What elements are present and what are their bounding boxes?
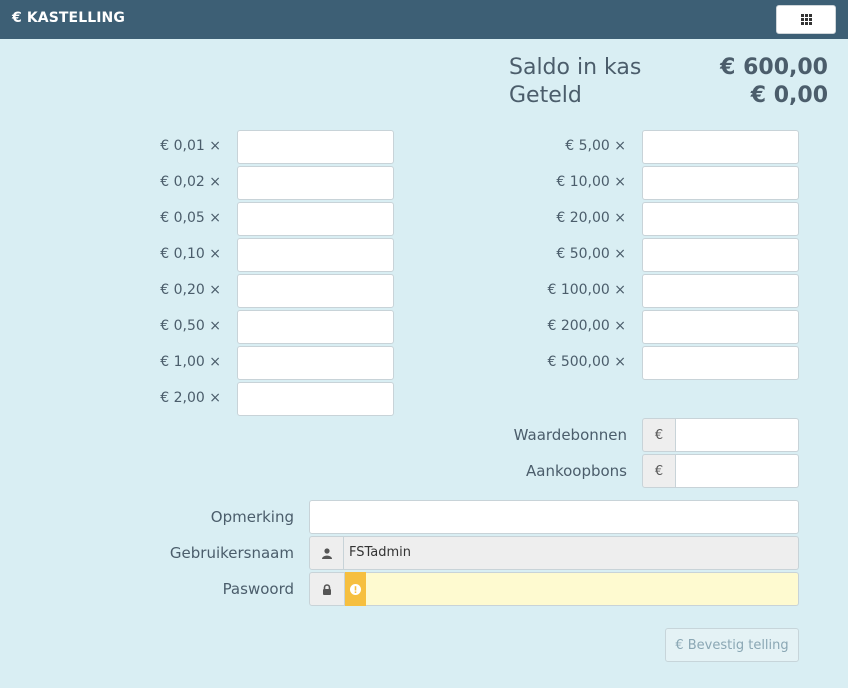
lock-addon [309,572,345,606]
bill-label: € 100,00 × [547,282,626,298]
aankoopbons-label: Aankoopbons [525,462,627,480]
bill-label: € 50,00 × [556,246,626,262]
waardebonnen-input[interactable] [676,418,799,452]
coin-label: € 0,02 × [160,174,221,190]
saldo-value: € 600,00 [720,55,828,80]
coin-label: € 0,50 × [160,318,221,334]
grid-icon [801,14,812,25]
bill-10-input[interactable] [642,166,799,200]
bevestig-telling-button[interactable]: € Bevestig telling [665,628,799,662]
page-title: € KASTELLING [12,10,125,26]
warning-addon [345,572,366,606]
bill-label: € 200,00 × [547,318,626,334]
currency-addon: € [642,418,676,452]
top-bar: € KASTELLING [0,0,848,39]
warning-icon [350,583,361,595]
gebruikersnaam-label: Gebruikersnaam [169,544,294,562]
coin-label: € 0,20 × [160,282,221,298]
coin-0-02-input[interactable] [237,166,394,200]
saldo-label: Saldo in kas [509,55,642,80]
coin-0-50-input[interactable] [237,310,394,344]
coin-label: € 0,10 × [160,246,221,262]
lock-icon [323,583,331,595]
bill-label: € 5,00 × [565,138,626,154]
opmerking-input[interactable] [309,500,799,534]
apps-menu-button[interactable] [776,5,836,34]
aankoopbons-input[interactable] [676,454,799,488]
coin-2-00-input[interactable] [237,382,394,416]
bill-label: € 20,00 × [556,210,626,226]
user-icon [321,547,332,559]
currency-addon: € [642,454,676,488]
paswoord-label: Paswoord [222,580,294,598]
gebruikersnaam-field[interactable]: FSTadmin [344,536,799,570]
coin-0-20-input[interactable] [237,274,394,308]
bill-label: € 10,00 × [556,174,626,190]
geteld-value: € 0,00 [750,83,828,108]
bill-20-input[interactable] [642,202,799,236]
coin-label: € 0,01 × [160,138,221,154]
geteld-label: Geteld [509,83,582,108]
opmerking-label: Opmerking [210,508,294,526]
coin-0-01-input[interactable] [237,130,394,164]
bill-500-input[interactable] [642,346,799,380]
coin-label: € 0,05 × [160,210,221,226]
coin-label: € 1,00 × [160,354,221,370]
bill-200-input[interactable] [642,310,799,344]
bill-100-input[interactable] [642,274,799,308]
bill-5-input[interactable] [642,130,799,164]
paswoord-input[interactable] [366,572,799,606]
user-addon [309,536,344,570]
coin-label: € 2,00 × [160,390,221,406]
coin-0-05-input[interactable] [237,202,394,236]
bill-label: € 500,00 × [547,354,626,370]
coin-1-00-input[interactable] [237,346,394,380]
bill-50-input[interactable] [642,238,799,272]
coin-0-10-input[interactable] [237,238,394,272]
waardebonnen-label: Waardebonnen [513,426,627,444]
